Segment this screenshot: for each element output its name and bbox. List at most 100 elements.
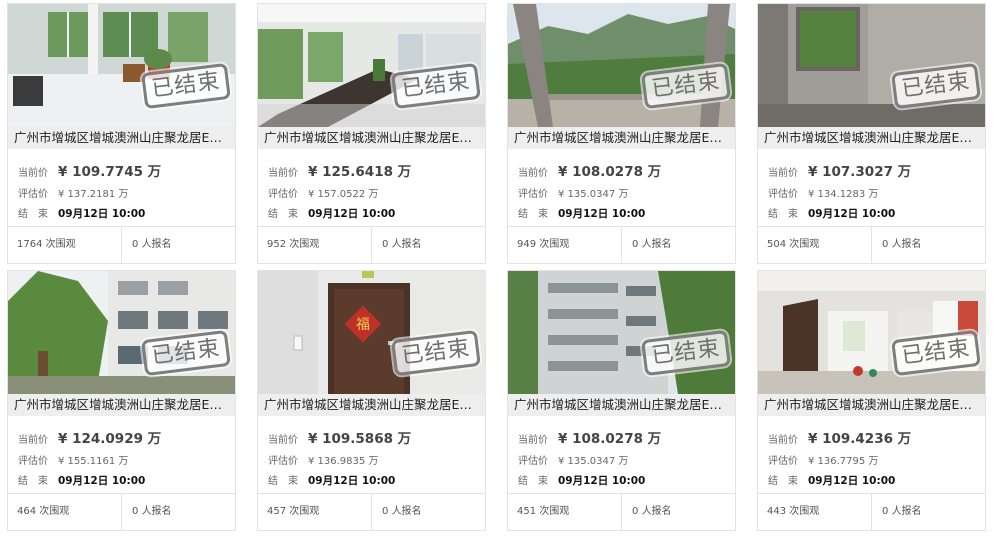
listing-card[interactable]: 已结束 广州市增城区增城澳洲山庄聚龙居EA1… 当前价 ¥ 109.4236 万 …	[757, 270, 986, 531]
card-footer: 451 次围观 0 人报名	[508, 493, 735, 530]
end-label: 结 束	[768, 209, 798, 220]
current-price-row: 当前价 ¥ 124.0929 万	[18, 427, 161, 447]
views-suffix: 次围观	[289, 239, 320, 250]
views-number: 949	[517, 239, 537, 250]
views-suffix: 次围观	[789, 506, 820, 517]
listing-card[interactable]: 福 已结束 广州市增城区增城澳洲山庄聚龙居EA1… 当前价 ¥ 109.5868 …	[257, 270, 486, 531]
estimate-label: 评估价	[268, 189, 298, 200]
estimate-label: 评估价	[268, 456, 298, 467]
estimate-value: ¥ 137.2181 万	[58, 189, 129, 200]
signup-number: 0	[632, 506, 639, 517]
footer-divider	[621, 494, 622, 530]
listing-card[interactable]: 已结束 广州市增城区增城澳洲山庄聚龙居EA1… 当前价 ¥ 107.3027 万 …	[757, 3, 986, 264]
card-footer: 1764 次围观 0 人报名	[8, 226, 235, 263]
end-time-value: 09月12日 10:00	[808, 208, 896, 220]
footer-divider	[371, 227, 372, 263]
signup-number: 0	[382, 239, 389, 250]
signup-number: 0	[382, 506, 389, 517]
signup-count: 0 人报名	[632, 494, 672, 530]
listing-title[interactable]: 广州市增城区增城澳洲山庄聚龙居EA1…	[508, 394, 735, 416]
views-count: 457 次围观	[267, 494, 319, 530]
listing-title[interactable]: 广州市增城区增城澳洲山庄聚龙居EA1…	[758, 127, 985, 149]
signup-count: 0 人报名	[882, 494, 922, 530]
signup-count: 0 人报名	[382, 494, 422, 530]
listing-photo[interactable]: 已结束	[258, 4, 485, 127]
estimate-label: 评估价	[18, 456, 48, 467]
listing-photo[interactable]: 福 已结束	[258, 271, 485, 394]
listing-photo[interactable]: 已结束	[508, 4, 735, 127]
card-footer: 464 次围观 0 人报名	[8, 493, 235, 530]
end-time-value: 09月12日 10:00	[558, 208, 646, 220]
listing-photo[interactable]: 已结束	[8, 271, 235, 394]
listing-photo[interactable]: 已结束	[8, 4, 235, 127]
signup-suffix: 人报名	[891, 239, 922, 250]
footer-divider	[621, 227, 622, 263]
views-count: 504 次围观	[767, 227, 819, 263]
listing-photo[interactable]: 已结束	[758, 271, 985, 394]
card-footer: 952 次围观 0 人报名	[258, 226, 485, 263]
listing-title[interactable]: 广州市增城区增城澳洲山庄聚龙居EA1…	[8, 394, 235, 416]
views-suffix: 次围观	[289, 506, 320, 517]
listing-title[interactable]: 广州市增城区增城澳洲山庄聚龙居EA1…	[258, 394, 485, 416]
current-price-row: 当前价 ¥ 109.5868 万	[268, 427, 411, 447]
current-price-row: 当前价 ¥ 109.4236 万	[768, 427, 911, 447]
estimate-label: 评估价	[518, 189, 548, 200]
current-price-label: 当前价	[268, 435, 298, 446]
current-price-value: ¥ 109.7745 万	[58, 164, 162, 180]
listing-card[interactable]: 已结束 广州市增城区增城澳洲山庄聚龙居EA1… 当前价 ¥ 124.0929 万 …	[7, 270, 236, 531]
svg-text:福: 福	[356, 317, 370, 333]
views-number: 952	[267, 239, 287, 250]
signup-suffix: 人报名	[891, 506, 922, 517]
signup-number: 0	[632, 239, 639, 250]
end-time-row: 结 束 09月12日 10:00	[268, 472, 395, 488]
current-price-value: ¥ 109.5868 万	[308, 431, 412, 447]
signup-number: 0	[132, 239, 139, 250]
current-price-label: 当前价	[518, 168, 548, 179]
end-label: 结 束	[18, 209, 48, 220]
signup-suffix: 人报名	[641, 506, 672, 517]
end-label: 结 束	[18, 476, 48, 487]
views-number: 457	[267, 506, 287, 517]
listing-title[interactable]: 广州市增城区增城澳洲山庄聚龙居EA1…	[258, 127, 485, 149]
listing-title[interactable]: 广州市增城区增城澳洲山庄聚龙居EA1…	[8, 127, 235, 149]
card-footer: 504 次围观 0 人报名	[758, 226, 985, 263]
signup-count: 0 人报名	[132, 227, 172, 263]
listing-title[interactable]: 广州市增城区增城澳洲山庄聚龙居EA1…	[508, 127, 735, 149]
estimate-row: 评估价 ¥ 137.2181 万	[18, 185, 128, 200]
signup-number: 0	[882, 506, 889, 517]
views-number: 443	[767, 506, 787, 517]
views-suffix: 次围观	[539, 239, 570, 250]
listing-card[interactable]: 已结束 广州市增城区增城澳洲山庄聚龙居EA1… 当前价 ¥ 125.6418 万 …	[257, 3, 486, 264]
views-count: 952 次围观	[267, 227, 319, 263]
end-time-value: 09月12日 10:00	[58, 208, 146, 220]
current-price-label: 当前价	[768, 435, 798, 446]
signup-suffix: 人报名	[391, 506, 422, 517]
signup-count: 0 人报名	[382, 227, 422, 263]
listing-title[interactable]: 广州市增城区增城澳洲山庄聚龙居EA1…	[758, 394, 985, 416]
end-time-value: 09月12日 10:00	[808, 475, 896, 487]
listing-card[interactable]: 已结束 广州市增城区增城澳洲山庄聚龙居EA1… 当前价 ¥ 108.0278 万 …	[507, 3, 736, 264]
views-number: 451	[517, 506, 537, 517]
estimate-row: 评估价 ¥ 157.0522 万	[268, 185, 378, 200]
current-price-label: 当前价	[518, 435, 548, 446]
listing-photo[interactable]: 已结束	[508, 271, 735, 394]
end-time-value: 09月12日 10:00	[558, 475, 646, 487]
views-suffix: 次围观	[45, 239, 76, 250]
signup-number: 0	[882, 239, 889, 250]
estimate-value: ¥ 135.0347 万	[558, 456, 629, 467]
listing-photo[interactable]: 已结束	[758, 4, 985, 127]
views-count: 443 次围观	[767, 494, 819, 530]
signup-suffix: 人报名	[141, 239, 172, 250]
end-label: 结 束	[268, 476, 298, 487]
listing-card[interactable]: 已结束 广州市增城区增城澳洲山庄聚龙居EA1… 当前价 ¥ 109.7745 万 …	[7, 3, 236, 264]
end-time-value: 09月12日 10:00	[58, 475, 146, 487]
footer-divider	[871, 494, 872, 530]
current-price-value: ¥ 108.0278 万	[558, 431, 662, 447]
listing-card[interactable]: 已结束 广州市增城区增城澳洲山庄聚龙居EA1… 当前价 ¥ 108.0278 万 …	[507, 270, 736, 531]
current-price-row: 当前价 ¥ 108.0278 万	[518, 427, 661, 447]
views-number: 504	[767, 239, 787, 250]
views-count: 451 次围观	[517, 494, 569, 530]
end-time-row: 结 束 09月12日 10:00	[18, 205, 145, 221]
current-price-label: 当前价	[18, 168, 48, 179]
estimate-value: ¥ 136.7795 万	[808, 456, 879, 467]
